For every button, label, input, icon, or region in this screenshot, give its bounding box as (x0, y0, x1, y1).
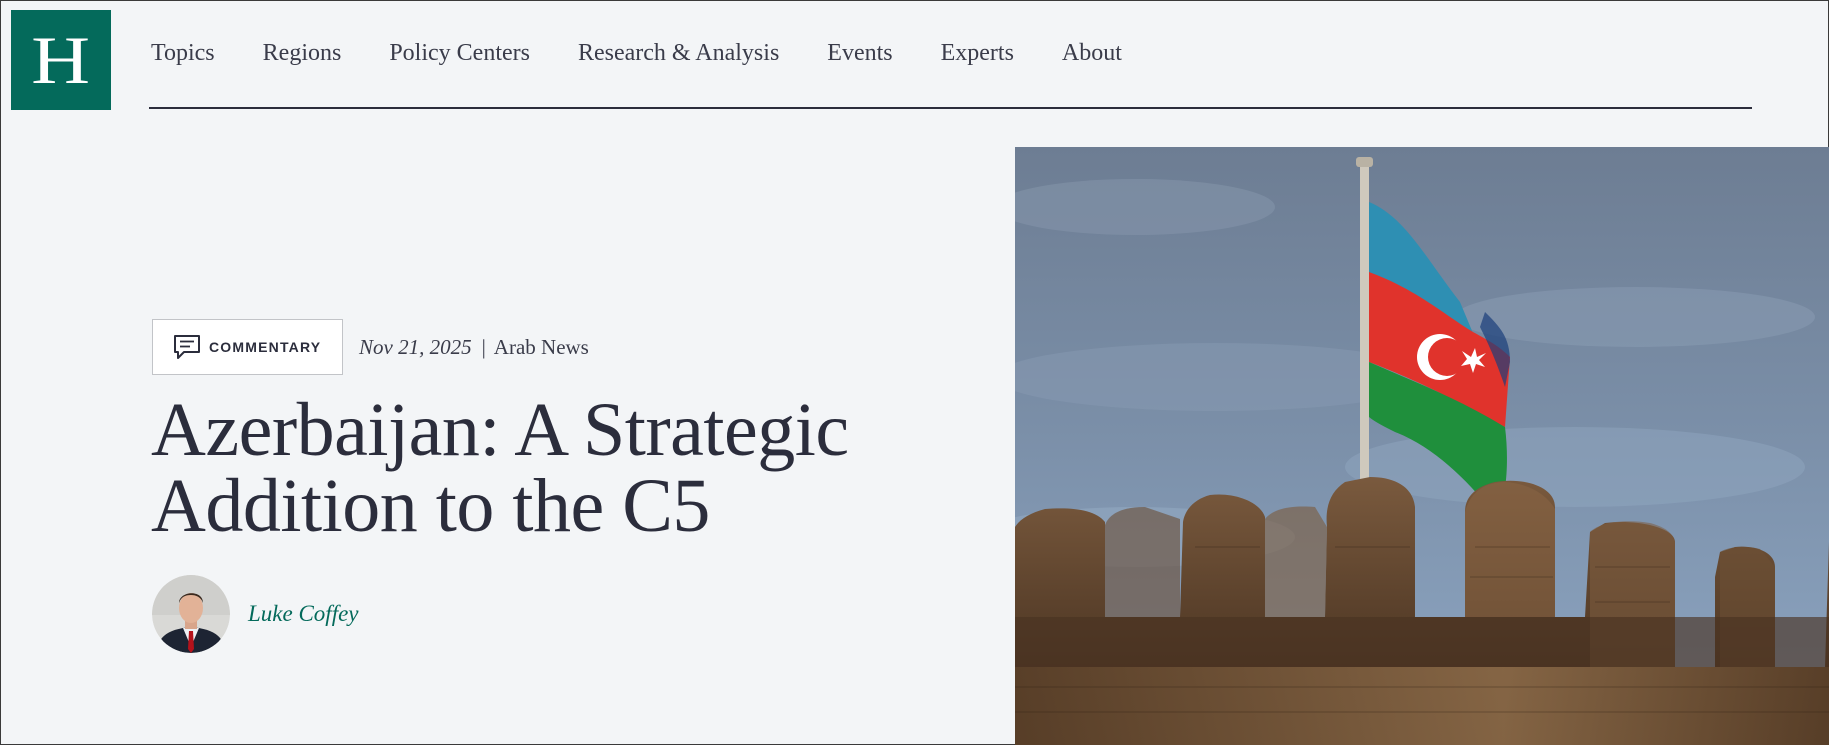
commentary-badge[interactable]: COMMENTARY (152, 319, 343, 375)
nav-topics[interactable]: Topics (151, 40, 215, 67)
badge-label: COMMENTARY (209, 339, 322, 355)
nav-research-analysis[interactable]: Research & Analysis (578, 40, 779, 67)
article-meta: COMMENTARY Nov 21, 2025 | Arab News (152, 319, 589, 375)
author-avatar[interactable] (152, 575, 230, 653)
publication-source: Arab News (493, 334, 589, 359)
speech-bubble-icon (173, 334, 201, 360)
nav-policy-centers[interactable]: Policy Centers (389, 40, 530, 67)
article-title: Azerbaijan: A Strategic Addition to the … (151, 388, 849, 548)
logo-letter: H (31, 22, 91, 98)
site-logo[interactable]: H (11, 10, 111, 110)
main-nav: Topics Regions Policy Centers Research &… (151, 40, 1170, 67)
nav-divider (149, 107, 1752, 109)
meta-separator: | (481, 334, 486, 359)
publish-date: Nov 21, 2025 (359, 334, 472, 359)
nav-about[interactable]: About (1062, 40, 1122, 67)
nav-experts[interactable]: Experts (941, 40, 1014, 67)
author-block: Luke Coffey (152, 575, 359, 653)
hero-image (1015, 147, 1829, 745)
nav-events[interactable]: Events (827, 40, 892, 67)
author-name-link[interactable]: Luke Coffey (248, 601, 359, 627)
nav-regions[interactable]: Regions (263, 40, 342, 67)
